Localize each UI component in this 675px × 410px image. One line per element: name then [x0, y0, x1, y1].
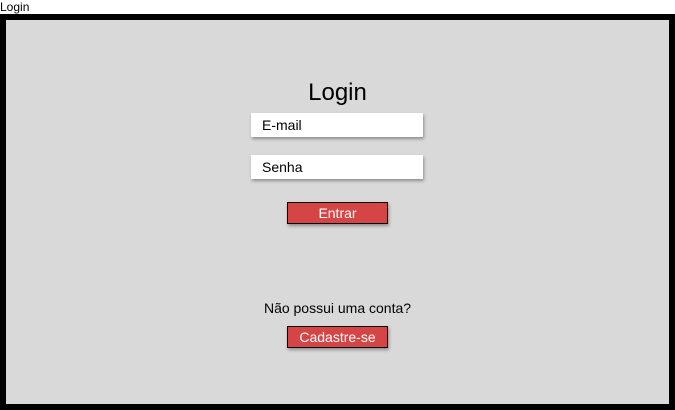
- email-field[interactable]: [251, 113, 423, 137]
- signup-prompt: Não possui uma conta?: [263, 300, 412, 316]
- login-page: Login Login Entrar Não possui uma conta?…: [0, 0, 675, 410]
- page-title: Login: [308, 79, 367, 106]
- signup-button[interactable]: Cadastre-se: [287, 326, 388, 348]
- window-title: Login: [0, 0, 30, 14]
- login-frame: Login Entrar Não possui uma conta? Cadas…: [0, 14, 675, 410]
- login-button[interactable]: Entrar: [287, 202, 388, 224]
- password-field[interactable]: [251, 155, 423, 179]
